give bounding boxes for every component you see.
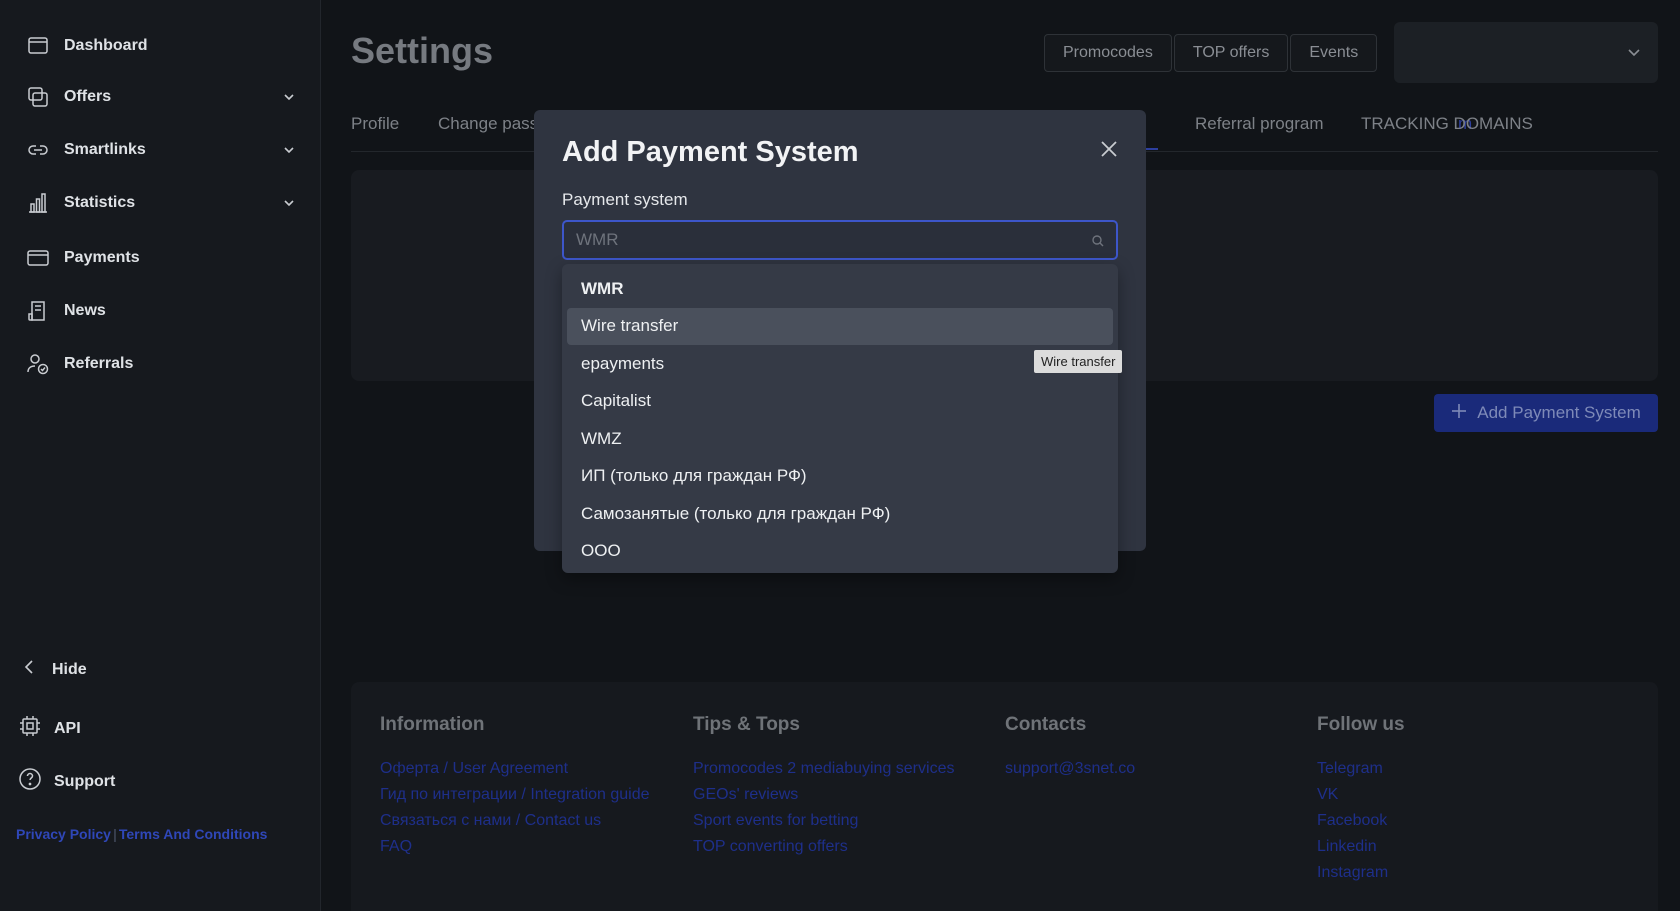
- footer-link[interactable]: support@3snet.co: [1005, 756, 1135, 782]
- support-label: Support: [54, 772, 116, 790]
- footer: Information Оферта / User Agreement Гид …: [351, 682, 1658, 911]
- help-icon: [18, 767, 42, 796]
- footer-link[interactable]: TOP converting offers: [693, 834, 954, 860]
- footer-link[interactable]: Оферта / User Agreement: [380, 756, 650, 782]
- footer-column-information: Information Оферта / User Agreement Гид …: [380, 714, 650, 860]
- sidebar-item-dashboard[interactable]: Dashboard: [26, 31, 296, 61]
- hide-sidebar-button[interactable]: Hide: [18, 656, 87, 683]
- footer-link[interactable]: Linkedin: [1317, 834, 1405, 860]
- modal-title: Add Payment System: [562, 136, 859, 168]
- footer-heading: Tips & Tops: [693, 714, 800, 735]
- sidebar-item-label: Referrals: [64, 355, 134, 372]
- referrals-icon: [26, 352, 50, 376]
- footer-heading: Contacts: [1005, 714, 1087, 735]
- sidebar-item-label: Offers: [64, 88, 112, 105]
- footer-link[interactable]: Instagram: [1317, 860, 1405, 886]
- promocodes-button[interactable]: Promocodes: [1044, 34, 1172, 72]
- search-icon: [1091, 234, 1105, 253]
- footer-link[interactable]: Telegram: [1317, 756, 1405, 782]
- plus-icon: [1451, 403, 1467, 424]
- support-link[interactable]: Support: [18, 767, 115, 796]
- events-button[interactable]: Events: [1290, 34, 1378, 72]
- sidebar-item-news[interactable]: News: [26, 296, 296, 326]
- footer-link[interactable]: VK: [1317, 782, 1405, 808]
- news-icon: [26, 299, 50, 323]
- legal-links: Privacy Policy | Terms And Conditions: [16, 826, 267, 842]
- tab-change-password[interactable]: Change pass: [438, 114, 538, 134]
- sidebar-item-label: Dashboard: [64, 37, 148, 54]
- hide-label: Hide: [52, 660, 87, 678]
- payment-system-dropdown: WMR Wire transfer epayments Capitalist W…: [562, 264, 1118, 573]
- footer-link[interactable]: FAQ: [380, 834, 650, 860]
- add-payment-system-button[interactable]: Add Payment System: [1434, 394, 1658, 432]
- close-icon[interactable]: [1098, 138, 1120, 160]
- chevron-left-icon: [18, 656, 40, 683]
- payment-system-search-input[interactable]: [562, 220, 1118, 260]
- dropdown-option[interactable]: WMR: [567, 270, 1113, 308]
- footer-column-follow: Follow us Telegram VK Facebook Linkedin …: [1317, 714, 1405, 886]
- tab-profile[interactable]: Profile: [351, 114, 399, 134]
- page-title: Settings: [351, 30, 494, 71]
- footer-heading: Information: [380, 714, 485, 735]
- option-tooltip: Wire transfer: [1034, 350, 1123, 373]
- sidebar-item-referrals[interactable]: Referrals: [26, 349, 296, 379]
- sidebar-item-statistics[interactable]: Statistics: [26, 188, 296, 218]
- dropdown-option[interactable]: Самозанятые (только для граждан РФ): [567, 495, 1113, 533]
- footer-column-contacts: Contacts support@3snet.co: [1005, 714, 1135, 782]
- statistics-icon: [26, 191, 50, 215]
- footer-heading: Follow us: [1317, 714, 1405, 735]
- dropdown-option[interactable]: WMZ: [567, 420, 1113, 458]
- top-offers-button[interactable]: TOP offers: [1173, 34, 1289, 72]
- footer-link[interactable]: Гид по интеграции / Integration guide: [380, 782, 650, 808]
- sidebar-item-smartlinks[interactable]: Smartlinks: [26, 135, 296, 165]
- sidebar-item-offers[interactable]: Offers: [26, 82, 296, 112]
- tab-referral-program[interactable]: Referral program: [1195, 114, 1324, 134]
- sidebar-item-payments[interactable]: Payments: [26, 243, 296, 273]
- dropdown-option[interactable]: Capitalist: [567, 383, 1113, 421]
- chevron-down-icon[interactable]: [282, 143, 296, 162]
- footer-column-tips: Tips & Tops Promocodes 2 mediabuying ser…: [693, 714, 954, 860]
- payments-icon: [26, 246, 50, 270]
- dropdown-option[interactable]: ООО: [567, 533, 1113, 571]
- dashboard-icon: [26, 34, 50, 58]
- sidebar-item-label: Statistics: [64, 194, 136, 211]
- legal-separator: |: [112, 826, 117, 842]
- dropdown-option[interactable]: Wire transfer: [567, 307, 1113, 345]
- chevron-down-icon: [1626, 44, 1642, 65]
- chevron-down-icon[interactable]: [282, 196, 296, 215]
- api-label: API: [54, 719, 81, 737]
- dropdown-option[interactable]: ИП (только для граждан РФ): [567, 458, 1113, 496]
- sidebar: Dashboard Offers Smartlinks Statistics P…: [0, 0, 321, 911]
- sidebar-item-label: News: [64, 302, 106, 319]
- footer-link[interactable]: Sport events for betting: [693, 808, 954, 834]
- payment-system-label: Payment system: [562, 190, 688, 209]
- add-payment-system-label: Add Payment System: [1477, 403, 1641, 422]
- header-buttons: Promocodes TOP offers Events: [1044, 34, 1378, 72]
- dropdown-option[interactable]: epayments: [567, 345, 1113, 383]
- privacy-policy-link[interactable]: Privacy Policy: [16, 826, 111, 842]
- terms-link[interactable]: Terms And Conditions: [119, 826, 268, 842]
- offers-icon: [26, 85, 50, 109]
- smartlinks-icon: [26, 138, 50, 162]
- footer-link[interactable]: Facebook: [1317, 808, 1405, 834]
- chevron-down-icon[interactable]: [282, 90, 296, 109]
- footer-link[interactable]: Promocodes 2 mediabuying services: [693, 756, 954, 782]
- footer-link[interactable]: GEOs' reviews: [693, 782, 954, 808]
- sidebar-item-label: Smartlinks: [64, 141, 146, 158]
- user-dropdown[interactable]: [1394, 22, 1658, 83]
- footer-link[interactable]: Связаться с нами / Contact us: [380, 808, 650, 834]
- sidebar-item-label: Payments: [64, 249, 140, 266]
- tab-tracking-domains[interactable]: TRACKING DOMAINS: [1361, 114, 1533, 134]
- api-link[interactable]: API: [18, 714, 81, 743]
- chip-icon: [18, 714, 42, 743]
